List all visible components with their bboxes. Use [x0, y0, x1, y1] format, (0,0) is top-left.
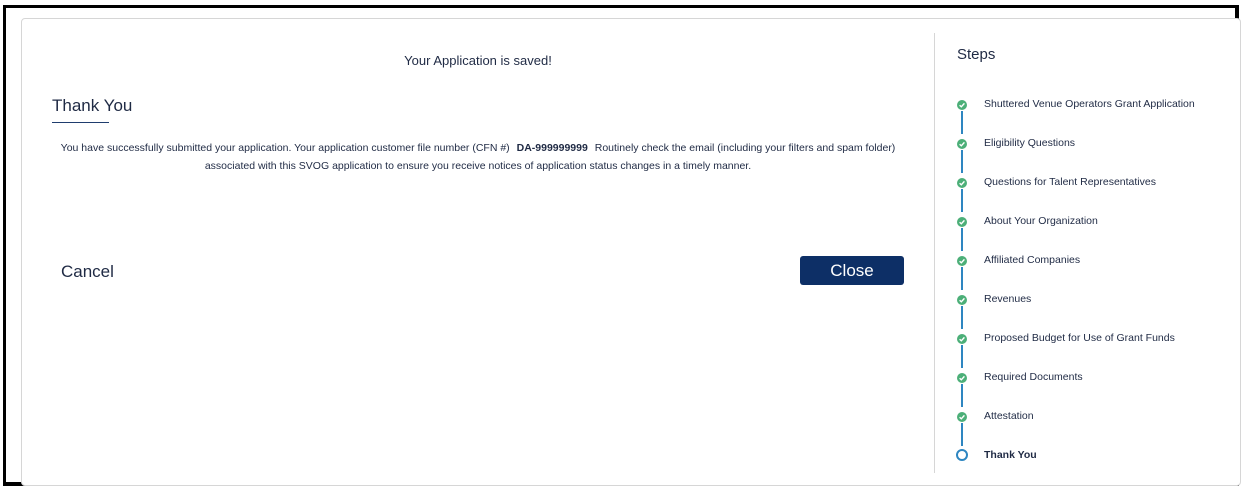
heading-underline [52, 122, 109, 123]
screenshot-frame: Your Application is saved! Thank You You… [3, 5, 1241, 486]
step-item[interactable]: Shuttered Venue Operators Grant Applicat… [957, 95, 1237, 134]
check-circle-icon [957, 178, 967, 188]
step-label: Revenues [984, 293, 1032, 305]
step-label: Shuttered Venue Operators Grant Applicat… [984, 98, 1195, 110]
step-connector [961, 345, 963, 368]
check-circle-icon [957, 100, 967, 110]
cfn-number: DA-999999999 [516, 142, 588, 154]
check-circle-icon [957, 256, 967, 266]
steps-panel: Steps Shuttered Venue Operators Grant Ap… [935, 19, 1240, 485]
close-button[interactable]: Close [800, 256, 904, 285]
confirmation-section: Your Application is saved! Thank You You… [22, 19, 934, 485]
step-label: Thank You [984, 449, 1037, 461]
check-circle-icon [957, 139, 967, 149]
step-label: Questions for Talent Representatives [984, 176, 1156, 188]
step-connector [961, 189, 963, 212]
step-connector [961, 423, 963, 446]
cancel-button[interactable]: Cancel [61, 262, 114, 282]
check-circle-icon [957, 412, 967, 422]
step-item[interactable]: Proposed Budget for Use of Grant Funds [957, 329, 1237, 368]
confirmation-text: You have successfully submitted your app… [52, 139, 904, 175]
step-item-current[interactable]: Thank You [956, 446, 1237, 466]
step-connector [961, 306, 963, 329]
confirmation-text-before: You have successfully submitted your app… [60, 142, 510, 154]
check-circle-icon [957, 334, 967, 344]
step-item[interactable]: Attestation [957, 407, 1237, 446]
step-label: Proposed Budget for Use of Grant Funds [984, 332, 1175, 344]
step-item[interactable]: About Your Organization [957, 212, 1237, 251]
step-label: About Your Organization [984, 215, 1098, 227]
step-label: Required Documents [984, 371, 1083, 383]
open-circle-icon [956, 449, 968, 461]
saved-message: Your Application is saved! [404, 53, 552, 68]
step-item[interactable]: Required Documents [957, 368, 1237, 407]
steps-title: Steps [957, 46, 996, 63]
step-item[interactable]: Revenues [957, 290, 1237, 329]
step-label: Affiliated Companies [984, 254, 1081, 266]
step-connector [961, 384, 963, 407]
step-connector [961, 267, 963, 290]
step-label: Attestation [984, 410, 1034, 422]
check-circle-icon [957, 217, 967, 227]
step-item[interactable]: Questions for Talent Representatives [957, 173, 1237, 212]
step-label: Eligibility Questions [984, 137, 1076, 149]
thank-you-heading: Thank You [52, 96, 133, 115]
step-item[interactable]: Affiliated Companies [957, 251, 1237, 290]
step-item[interactable]: Eligibility Questions [957, 134, 1237, 173]
check-circle-icon [957, 295, 967, 305]
step-connector [961, 228, 963, 251]
step-connector [961, 111, 963, 134]
application-card: Your Application is saved! Thank You You… [21, 18, 1241, 486]
check-circle-icon [957, 373, 967, 383]
step-connector [961, 150, 963, 173]
